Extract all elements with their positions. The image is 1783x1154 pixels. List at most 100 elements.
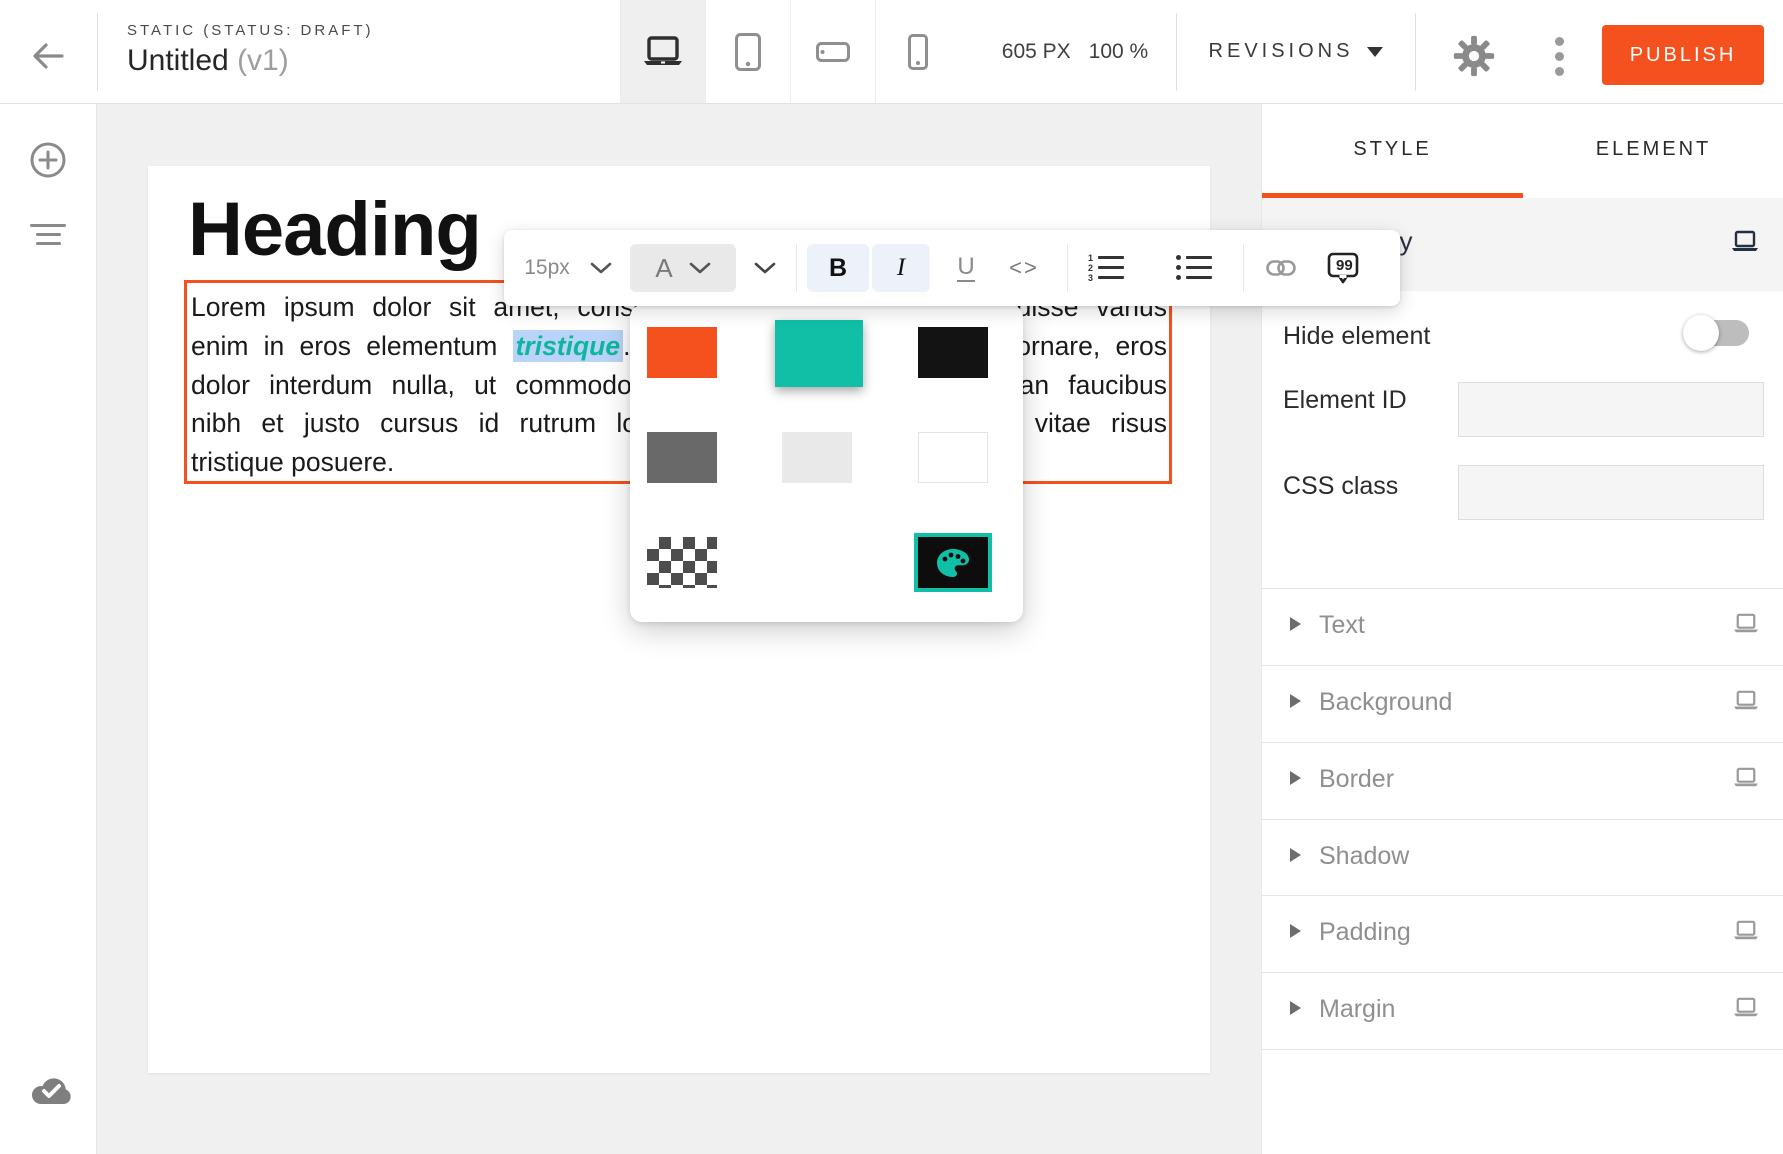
- device-scope-laptop-icon[interactable]: [1733, 613, 1759, 635]
- caret-down-icon: [1367, 47, 1383, 57]
- italic-button-active[interactable]: I: [872, 244, 930, 292]
- text-fragment: enim in eros elementum: [191, 331, 513, 361]
- element-id-input[interactable]: [1458, 382, 1764, 437]
- publish-button[interactable]: PUBLISH: [1602, 25, 1764, 85]
- section-padding[interactable]: Padding: [1262, 896, 1783, 972]
- gear-icon: [1452, 34, 1496, 78]
- device-scope-laptop-icon[interactable]: [1733, 767, 1759, 789]
- device-tablet-portrait-button[interactable]: [705, 0, 790, 103]
- code-button[interactable]: <>: [1002, 230, 1046, 306]
- color-swatch-teal-selected[interactable]: [775, 320, 863, 387]
- link-button[interactable]: [1260, 230, 1302, 306]
- chevron-right-icon: [1290, 1001, 1301, 1015]
- bold-button-active[interactable]: B: [807, 244, 869, 292]
- underline-label: U: [957, 254, 974, 282]
- divider: [97, 13, 98, 91]
- ordered-list-button[interactable]: 123: [1086, 230, 1126, 306]
- cloud-check-icon: [28, 1074, 74, 1108]
- back-arrow-icon: [28, 38, 68, 74]
- color-swatch-orange[interactable]: [647, 327, 717, 378]
- italic-label: I: [897, 254, 905, 282]
- phone-icon: [908, 34, 928, 70]
- hide-element-toggle-off[interactable]: [1691, 320, 1749, 346]
- toolbar-divider: [796, 244, 797, 292]
- revisions-dropdown[interactable]: REVISIONS: [1196, 0, 1396, 103]
- color-swatch-white[interactable]: [918, 432, 988, 483]
- section-border[interactable]: Border: [1262, 743, 1783, 819]
- tab-style-label: STYLE: [1353, 138, 1431, 161]
- section-label: Shadow: [1319, 842, 1409, 871]
- tab-element[interactable]: ELEMENT: [1523, 104, 1783, 194]
- device-scope-laptop-icon[interactable]: [1733, 690, 1759, 712]
- toolbar-divider: [1243, 244, 1244, 292]
- document-status: STATIC (STATUS: DRAFT): [127, 22, 374, 39]
- left-rail: [0, 104, 97, 1154]
- tablet-landscape-icon: [816, 42, 850, 62]
- add-element-button[interactable]: [28, 140, 68, 180]
- back-button[interactable]: [28, 38, 68, 74]
- highlight-color-dropdown[interactable]: [750, 230, 780, 306]
- element-id-label: Element ID: [1283, 386, 1407, 415]
- save-status-indicator: [28, 1074, 68, 1114]
- bullet-list-icon: [1176, 254, 1212, 282]
- blockquote-button[interactable]: 99: [1320, 230, 1366, 306]
- device-tablet-landscape-button[interactable]: [790, 0, 875, 103]
- section-label: Border: [1319, 765, 1394, 794]
- title-version: (v1): [237, 44, 289, 77]
- custom-color-button[interactable]: [914, 533, 992, 592]
- tab-element-label: ELEMENT: [1596, 138, 1711, 161]
- device-laptop-button[interactable]: [620, 0, 705, 103]
- bullet-list-button[interactable]: [1174, 230, 1214, 306]
- canvas-width-value: 605 PX: [1002, 40, 1071, 64]
- laptop-icon: [641, 36, 685, 68]
- font-size-value: 15px: [524, 256, 570, 280]
- section-label: Text: [1319, 611, 1365, 640]
- device-scope-laptop-icon[interactable]: [1733, 920, 1759, 942]
- revisions-label: REVISIONS: [1209, 40, 1354, 63]
- color-letter: A: [655, 253, 672, 284]
- kebab-dot: [1555, 52, 1564, 61]
- tablet-portrait-icon: [735, 33, 761, 71]
- section-shadow[interactable]: Shadow: [1262, 820, 1783, 896]
- line: [30, 224, 66, 227]
- hide-element-label: Hide element: [1283, 322, 1430, 351]
- text-format-toolbar: 15px A B I U <>: [504, 230, 1400, 306]
- svg-text:99: 99: [1336, 257, 1353, 274]
- color-swatch-transparent[interactable]: [647, 537, 717, 588]
- section-margin[interactable]: Margin: [1262, 973, 1783, 1049]
- font-size-dropdown[interactable]: 15px: [516, 230, 578, 306]
- color-swatch-light-gray[interactable]: [782, 432, 852, 483]
- layers-button[interactable]: [28, 224, 68, 264]
- font-size-caret[interactable]: [586, 230, 616, 306]
- section-background[interactable]: Background: [1262, 666, 1783, 742]
- line: [36, 233, 61, 236]
- section-label: Margin: [1319, 995, 1395, 1024]
- divider: [1415, 13, 1416, 91]
- text-color-dropdown-open[interactable]: A: [630, 244, 736, 292]
- section-label: Padding: [1319, 918, 1411, 947]
- canvas-heading[interactable]: Heading: [188, 188, 481, 272]
- color-swatch-dark-gray[interactable]: [647, 432, 717, 483]
- settings-button[interactable]: [1452, 34, 1496, 78]
- toolbar-divider: [1067, 244, 1068, 292]
- device-scope-laptop-icon[interactable]: [1731, 230, 1759, 254]
- selected-word-highlight: tristique: [513, 330, 624, 362]
- text-color-picker-popup: [630, 305, 1023, 622]
- quote-icon: 99: [1326, 251, 1360, 285]
- kebab-dot: [1555, 67, 1564, 76]
- tab-style[interactable]: STYLE: [1262, 104, 1523, 194]
- device-scope-laptop-icon[interactable]: [1733, 997, 1759, 1019]
- color-swatch-black[interactable]: [918, 327, 988, 378]
- underline-button[interactable]: U: [948, 230, 984, 306]
- more-options-button[interactable]: [1544, 32, 1574, 80]
- chevron-down-icon: [754, 262, 776, 274]
- css-class-input[interactable]: [1458, 465, 1764, 520]
- toggle-knob: [1683, 315, 1719, 351]
- top-bar: STATIC (STATUS: DRAFT) Untitled (v1): [0, 0, 1783, 104]
- section-text[interactable]: Text: [1262, 589, 1783, 665]
- document-title: Untitled (v1): [127, 44, 289, 78]
- css-class-label: CSS class: [1283, 472, 1398, 501]
- section-label: Background: [1319, 688, 1452, 717]
- editor-window: STATIC (STATUS: DRAFT) Untitled (v1): [0, 0, 1783, 1154]
- device-phone-button[interactable]: [875, 0, 960, 103]
